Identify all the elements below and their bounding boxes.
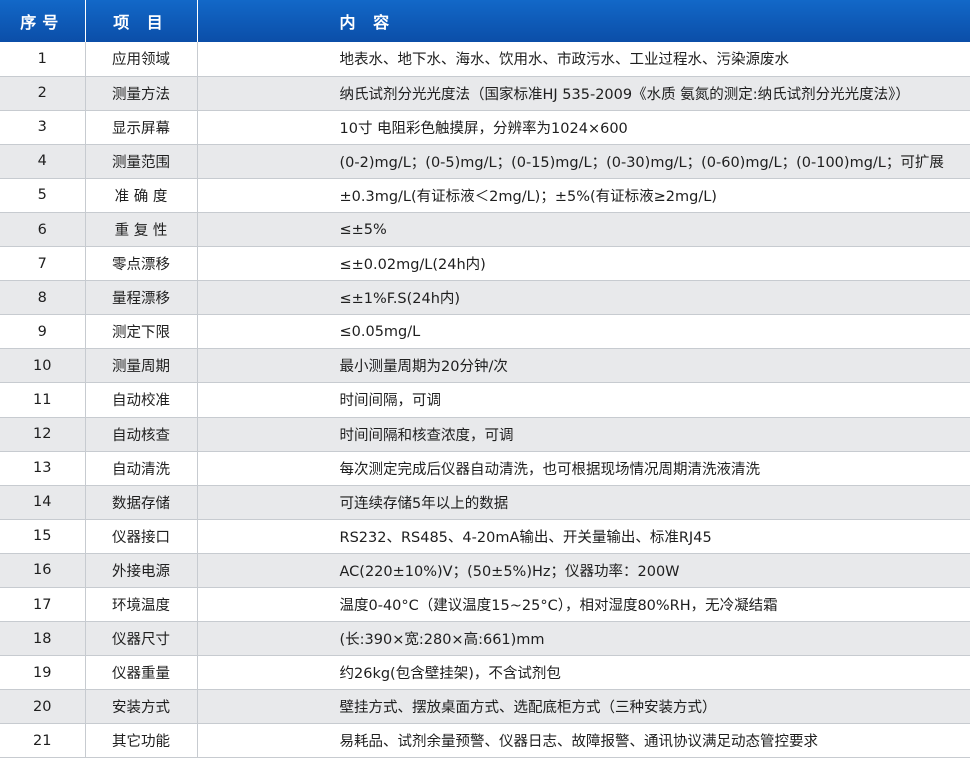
row-content: ≤±1%F.S(24h内) bbox=[197, 280, 970, 316]
row-number: 1 bbox=[0, 42, 86, 77]
row-content: ≤±0.02mg/L(24h内) bbox=[197, 246, 970, 282]
row-number: 8 bbox=[0, 280, 86, 316]
table-header-row: 序号 项 目 内 容 bbox=[0, 0, 970, 42]
row-content: RS232、RS485、4-20mA输出、开关量输出、标准RJ45 bbox=[197, 519, 970, 554]
row-content: 最小测量周期为20分钟/次 bbox=[197, 348, 970, 384]
row-content: 地表水、地下水、海水、饮用水、市政污水、工业过程水、污染源废水 bbox=[197, 42, 970, 77]
row-number: 9 bbox=[0, 314, 86, 350]
row-item: 数据存储 bbox=[85, 485, 198, 520]
table-row: 9 测定下限 ≤0.05mg/L bbox=[0, 314, 970, 350]
row-item: 重 复 性 bbox=[85, 212, 198, 248]
row-content: 温度0-40°C（建议温度15~25°C），相对湿度80%RH，无冷凝结霜 bbox=[197, 587, 970, 623]
row-content: 约26kg(包含壁挂架)，不含试剂包 bbox=[197, 655, 970, 691]
row-number: 6 bbox=[0, 212, 86, 248]
row-item: 其它功能 bbox=[85, 723, 198, 759]
table-row: 2 测量方法 纳氏试剂分光光度法（国家标准HJ 535-2009《水质 氨氮的测定:… bbox=[0, 76, 970, 111]
row-number: 7 bbox=[0, 246, 86, 282]
row-number: 18 bbox=[0, 621, 86, 657]
table-row: 1 应用领域 地表水、地下水、海水、饮用水、市政污水、工业过程水、污染源废水 bbox=[0, 42, 970, 77]
table-row: 18 仪器尺寸 (长:390×宽:280×高:661)mm bbox=[0, 621, 970, 657]
row-item: 测量范围 bbox=[85, 144, 198, 179]
row-number: 5 bbox=[0, 178, 86, 213]
table-row: 19 仪器重量 约26kg(包含壁挂架)，不含试剂包 bbox=[0, 655, 970, 691]
header-num: 序号 bbox=[0, 0, 86, 42]
row-item: 自动核查 bbox=[85, 417, 198, 452]
table-row: 12 自动核查 时间间隔和核查浓度，可调 bbox=[0, 417, 970, 452]
row-number: 13 bbox=[0, 451, 86, 486]
table-row: 14 数据存储 可连续存储5年以上的数据 bbox=[0, 485, 970, 520]
row-content: 时间间隔和核查浓度，可调 bbox=[197, 417, 970, 452]
row-item: 自动校准 bbox=[85, 382, 198, 418]
row-number: 15 bbox=[0, 519, 86, 554]
row-item: 显示屏幕 bbox=[85, 110, 198, 145]
table-row: 16 外接电源 AC(220±10%)V；(50±5%)Hz；仪器功率：200W bbox=[0, 553, 970, 589]
row-item: 应用领域 bbox=[85, 42, 198, 77]
table-row: 5准 确 度 ±0.3mg/L(有证标液＜2mg/L)；±5%(有证标液≥2mg/… bbox=[0, 178, 970, 213]
row-number: 12 bbox=[0, 417, 86, 452]
table-row: 15 仪器接口 RS232、RS485、4-20mA输出、开关量输出、标准RJ45 bbox=[0, 519, 970, 554]
table-row: 20 安装方式 壁挂方式、摆放桌面方式、选配底柜方式（三种安装方式） bbox=[0, 689, 970, 725]
row-content: ≤0.05mg/L bbox=[197, 314, 970, 350]
row-item: 仪器尺寸 bbox=[85, 621, 198, 657]
spec-table: 序号 项 目 内 容 1 应用领域 地表水、地下水、海水、饮用水、市政污水、工业过程… bbox=[0, 0, 970, 759]
row-number: 19 bbox=[0, 655, 86, 691]
row-item: 安装方式 bbox=[85, 689, 198, 725]
row-number: 10 bbox=[0, 348, 86, 384]
table-row: 10 测量周期 最小测量周期为20分钟/次 bbox=[0, 348, 970, 384]
row-number: 20 bbox=[0, 689, 86, 725]
table-row: 21 其它功能 易耗品、试剂余量预警、仪器日志、故障报警、通讯协议满足动态管控要求 bbox=[0, 723, 970, 759]
row-item: 测定下限 bbox=[85, 314, 198, 350]
table-row: 17 环境温度 温度0-40°C（建议温度15~25°C），相对湿度80%RH，无冷… bbox=[0, 587, 970, 623]
row-content: 每次测定完成后仪器自动清洗，也可根据现场情况周期清洗液清洗 bbox=[197, 451, 970, 486]
table-row: 4 测量范围 (0-2)mg/L；(0-5)mg/L；(0-15)mg/L；(0-3… bbox=[0, 144, 970, 179]
row-number: 16 bbox=[0, 553, 86, 589]
row-item: 仪器重量 bbox=[85, 655, 198, 691]
table-row: 11 自动校准 时间间隔，可调 bbox=[0, 382, 970, 418]
row-number: 11 bbox=[0, 382, 86, 418]
row-content: 纳氏试剂分光光度法（国家标准HJ 535-2009《水质 氨氮的测定:纳氏试剂分… bbox=[197, 76, 970, 111]
header-content: 内 容 bbox=[197, 0, 970, 42]
row-item: 准 确 度 bbox=[85, 178, 198, 213]
row-content: 可连续存储5年以上的数据 bbox=[197, 485, 970, 520]
row-number: 4 bbox=[0, 144, 86, 179]
table-body: 1 应用领域 地表水、地下水、海水、饮用水、市政污水、工业过程水、污染源废水 2 测量方… bbox=[0, 42, 970, 759]
row-content: AC(220±10%)V；(50±5%)Hz；仪器功率：200W bbox=[197, 553, 970, 589]
row-number: 21 bbox=[0, 723, 86, 759]
row-item: 零点漂移 bbox=[85, 246, 198, 282]
row-content: 时间间隔，可调 bbox=[197, 382, 970, 418]
row-item: 量程漂移 bbox=[85, 280, 198, 316]
row-item: 自动清洗 bbox=[85, 451, 198, 486]
header-item: 项 目 bbox=[85, 0, 198, 42]
table-row: 7 零点漂移 ≤±0.02mg/L(24h内) bbox=[0, 246, 970, 282]
row-number: 17 bbox=[0, 587, 86, 623]
row-item: 仪器接口 bbox=[85, 519, 198, 554]
row-content: (0-2)mg/L；(0-5)mg/L；(0-15)mg/L；(0-30)mg/… bbox=[197, 144, 970, 179]
row-content: (长:390×宽:280×高:661)mm bbox=[197, 621, 970, 657]
row-number: 14 bbox=[0, 485, 86, 520]
table-row: 13 自动清洗 每次测定完成后仪器自动清洗，也可根据现场情况周期清洗液清洗 bbox=[0, 451, 970, 486]
row-number: 3 bbox=[0, 110, 86, 145]
row-item: 外接电源 bbox=[85, 553, 198, 589]
row-item: 测量周期 bbox=[85, 348, 198, 384]
row-content: 壁挂方式、摆放桌面方式、选配底柜方式（三种安装方式） bbox=[197, 689, 970, 725]
row-content: 10寸 电阻彩色触摸屏，分辨率为1024×600 bbox=[197, 110, 970, 145]
row-number: 2 bbox=[0, 76, 86, 111]
row-content: ±0.3mg/L(有证标液＜2mg/L)；±5%(有证标液≥2mg/L) bbox=[197, 178, 970, 213]
row-content: 易耗品、试剂余量预警、仪器日志、故障报警、通讯协议满足动态管控要求 bbox=[197, 723, 970, 759]
table-row: 8 量程漂移 ≤±1%F.S(24h内) bbox=[0, 280, 970, 316]
row-item: 环境温度 bbox=[85, 587, 198, 623]
table-row: 6重 复 性 ≤±5% bbox=[0, 212, 970, 248]
row-content: ≤±5% bbox=[197, 212, 970, 248]
row-item: 测量方法 bbox=[85, 76, 198, 111]
table-row: 3 显示屏幕 10寸 电阻彩色触摸屏，分辨率为1024×600 bbox=[0, 110, 970, 145]
